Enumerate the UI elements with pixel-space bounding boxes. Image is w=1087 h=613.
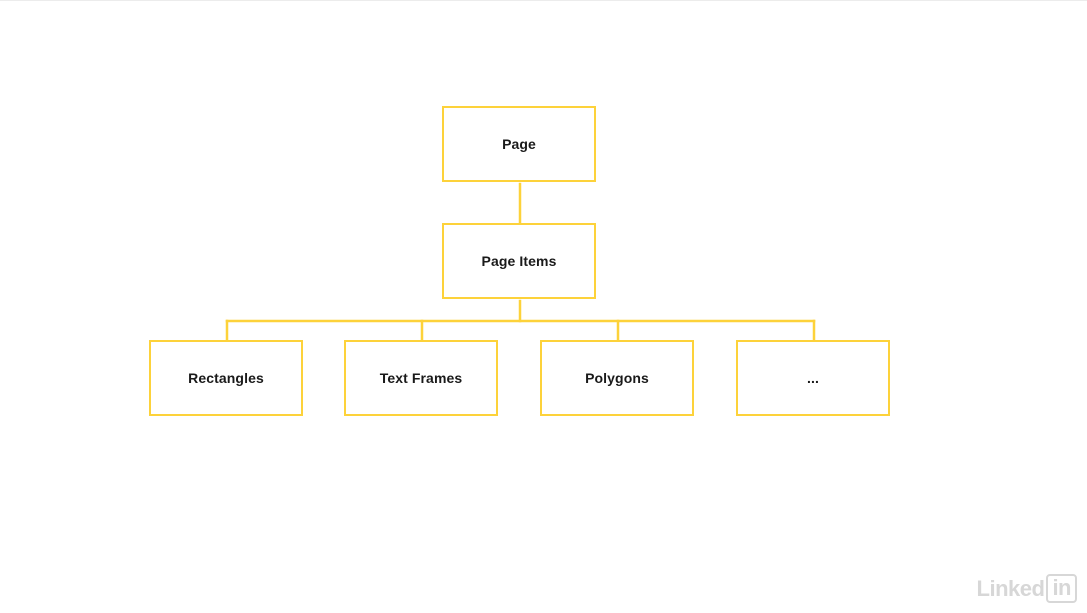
connector-lines	[225, 182, 816, 342]
node-text-frames: Text Frames	[344, 340, 498, 416]
watermark-boxed-text: in	[1046, 574, 1077, 603]
node-page-label: Page	[502, 136, 536, 152]
linkedin-watermark-logo: Linked in	[977, 574, 1077, 603]
node-rectangles-label: Rectangles	[188, 370, 264, 386]
node-more-label: ...	[807, 370, 819, 386]
node-polygons: Polygons	[540, 340, 694, 416]
node-text-frames-label: Text Frames	[379, 370, 463, 386]
node-page-items-label: Page Items	[481, 253, 557, 269]
node-page-items: Page Items	[442, 223, 596, 299]
node-rectangles: Rectangles	[149, 340, 303, 416]
node-more: ...	[736, 340, 890, 416]
node-polygons-label: Polygons	[585, 370, 649, 386]
diagram-canvas: Page Page Items Rectangles Text Frames P…	[0, 0, 1087, 613]
watermark-word: Linked	[976, 575, 1045, 601]
node-page: Page	[442, 106, 596, 182]
